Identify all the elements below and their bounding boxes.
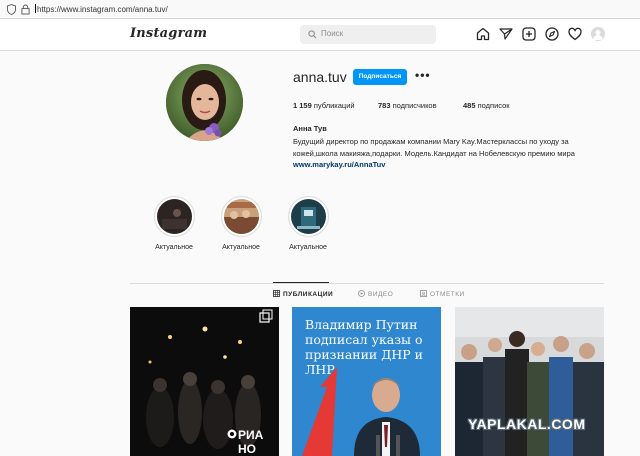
highlight-thumbnail	[156, 199, 192, 234]
explore-icon[interactable]	[545, 27, 559, 41]
story-highlight[interactable]: Актуальное	[286, 196, 330, 251]
grid-icon	[273, 290, 280, 297]
story-highlight[interactable]: Актуальное	[219, 196, 263, 251]
more-options-button[interactable]: •••	[415, 69, 431, 81]
post-overlay-text: РИА НО	[238, 428, 264, 456]
shield-icon[interactable]	[7, 4, 16, 15]
new-post-icon[interactable]	[522, 27, 536, 41]
following-label: подписок	[477, 101, 510, 110]
tab-video-label: ВИДЕО	[368, 291, 394, 298]
story-highlight[interactable]: Актуальное	[152, 196, 196, 251]
search-icon	[308, 30, 317, 39]
highlight-label: Актуальное	[289, 244, 327, 251]
profile-website-link[interactable]: www.marykay.ru/AnnaTuv	[293, 160, 385, 169]
tab-posts-label: ПУБЛИКАЦИИ	[283, 291, 334, 298]
bio-line: кожей,школа макияжа,подарки. Модель.Канд…	[293, 149, 575, 158]
profile-full-name: Анна Тув	[293, 124, 327, 133]
followers-count: 783	[378, 101, 391, 110]
activity-heart-icon[interactable]	[568, 27, 582, 41]
highlight-label: Актуальное	[222, 244, 260, 251]
profile-username: anna.tuv	[293, 69, 347, 85]
home-icon[interactable]	[476, 27, 490, 41]
search-input[interactable]: Поиск	[300, 25, 436, 44]
bio-line: Будущий директор по продажам компании Ma…	[293, 137, 569, 146]
lock-icon[interactable]	[21, 4, 30, 15]
profile-picture[interactable]	[166, 64, 243, 141]
tab-video[interactable]: ВИДЕО	[358, 290, 393, 298]
followers-stat[interactable]: 783 подписчиков	[378, 101, 437, 110]
tab-tagged-label: ОТМЕТКИ	[430, 291, 465, 298]
highlight-thumbnail	[290, 199, 326, 234]
instagram-logo[interactable]: Instagram	[130, 26, 207, 41]
direct-icon[interactable]	[499, 27, 513, 41]
follow-button[interactable]: Подписаться	[353, 69, 407, 85]
post-headline: Владимир Путин подписал указы о признани…	[305, 317, 424, 377]
post-thumbnail[interactable]: Владимир Путин подписал указы о признани…	[292, 307, 441, 456]
profile-bio: Будущий директор по продажам компании Ma…	[293, 136, 613, 160]
tab-tagged[interactable]: ОТМЕТКИ	[420, 290, 465, 298]
posts-count-stat: 1 159 публикаций	[293, 101, 355, 110]
highlight-label: Актуальное	[155, 244, 193, 251]
posts-label: публикаций	[313, 101, 355, 110]
browser-url-bar[interactable]: https://www.instagram.com/anna.tuv/	[0, 0, 640, 19]
posts-count: 1 159	[293, 101, 312, 110]
tab-posts[interactable]: ПУБЛИКАЦИИ	[273, 290, 333, 298]
top-nav: Instagram Поиск	[0, 19, 640, 51]
profile-avatar-icon[interactable]	[591, 27, 605, 41]
ria-logo-icon	[227, 429, 237, 439]
active-tab-indicator	[273, 282, 329, 283]
post-thumbnail[interactable]	[455, 307, 604, 456]
followers-label: подписчиков	[392, 101, 437, 110]
tabs-divider	[130, 283, 604, 284]
post-thumbnail[interactable]: РИА НО	[130, 307, 279, 456]
tagged-icon	[420, 290, 427, 297]
search-placeholder: Поиск	[321, 29, 344, 38]
watermark: YAPLAKAL.COM	[468, 416, 586, 432]
following-stat[interactable]: 485 подписок	[463, 101, 510, 110]
url-text[interactable]: https://www.instagram.com/anna.tuv/	[35, 4, 168, 14]
following-count: 485	[463, 101, 476, 110]
video-icon	[358, 290, 365, 297]
highlight-thumbnail	[223, 199, 259, 234]
